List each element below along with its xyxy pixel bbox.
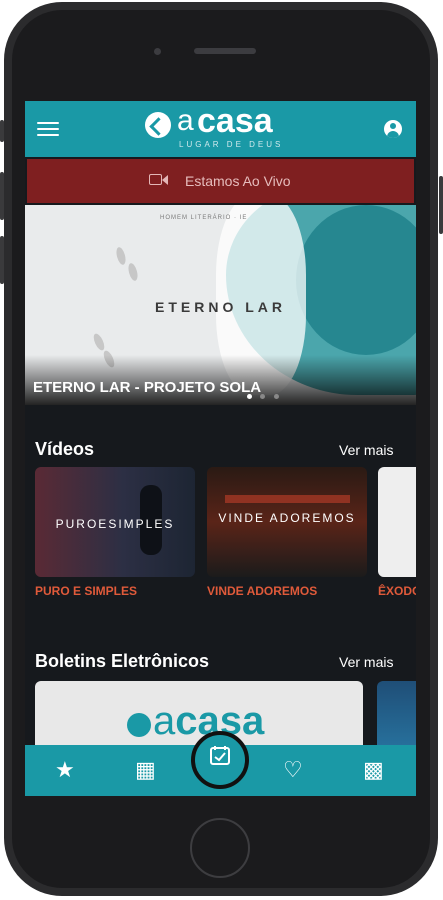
hero-small-text: HOMEM LITERÁRIO · IE xyxy=(160,215,248,221)
home-button[interactable] xyxy=(190,818,250,878)
building-icon[interactable]: ▦ xyxy=(135,759,156,781)
video-card-overlay: VINDE ADOREMOS xyxy=(218,511,356,525)
bulletins-section-title: Boletins Eletrônicos xyxy=(35,651,210,671)
power-button xyxy=(439,176,443,234)
volume-down-button xyxy=(0,236,4,284)
mute-switch xyxy=(0,120,4,142)
calendar-check-icon xyxy=(210,746,230,765)
videos-see-more-link[interactable]: Ver mais xyxy=(339,442,393,458)
video-card-overlay: PUROESIMPLES xyxy=(55,517,175,531)
logo-name: casa xyxy=(197,102,273,140)
live-banner-label: Estamos Ao Vivo xyxy=(185,173,291,189)
live-stream-banner[interactable]: Estamos Ao Vivo xyxy=(27,159,414,203)
video-card-title[interactable]: ÊXODO xyxy=(378,584,416,598)
logo-mark-icon xyxy=(145,112,171,138)
carousel-dot[interactable] xyxy=(260,394,266,399)
hero-caption: ETERNO LAR - PROJETO SOLA xyxy=(33,379,262,396)
carousel-pagination xyxy=(247,386,283,404)
logo-tagline: LUGAR DE DEUS xyxy=(179,140,284,149)
center-nav-button[interactable] xyxy=(191,731,249,789)
bulletin-logo-icon xyxy=(127,713,151,737)
hero-carousel[interactable]: HOMEM LITERÁRIO · IE ETERNO LAR ETERNO L… xyxy=(25,205,416,405)
video-camera-icon xyxy=(149,174,162,185)
video-card-title[interactable]: PURO E SIMPLES xyxy=(35,584,137,598)
user-profile-icon[interactable] xyxy=(384,120,402,138)
hero-image-title: ETERNO LAR xyxy=(155,299,286,315)
app-logo: a casa LUGAR DE DEUS xyxy=(145,102,305,152)
volume-up-button xyxy=(0,172,4,220)
earpiece-speaker xyxy=(194,48,256,54)
hand-heart-icon[interactable]: ♡ xyxy=(283,759,303,781)
top-app-bar: a casa LUGAR DE DEUS xyxy=(25,101,416,157)
bulletins-see-more-link[interactable]: Ver mais xyxy=(339,654,393,670)
app-screen: a casa LUGAR DE DEUS Estamos Ao Vivo HOM… xyxy=(25,101,416,796)
video-card[interactable]: PUROESIMPLES xyxy=(35,467,195,577)
video-card-title[interactable]: VINDE ADOREMOS xyxy=(207,584,317,598)
hamburger-menu-icon[interactable] xyxy=(37,122,59,136)
carousel-dot-active[interactable] xyxy=(247,394,252,399)
videos-section-title: Vídeos xyxy=(35,439,95,459)
logo-prefix: a xyxy=(177,104,194,137)
carousel-dot[interactable] xyxy=(273,394,279,399)
star-icon[interactable]: ★ xyxy=(55,759,75,781)
qr-code-icon[interactable]: ▩ xyxy=(363,759,384,781)
front-camera xyxy=(154,48,161,55)
video-card[interactable]: VINDE ADOREMOS xyxy=(207,467,367,577)
video-card[interactable] xyxy=(378,467,416,577)
